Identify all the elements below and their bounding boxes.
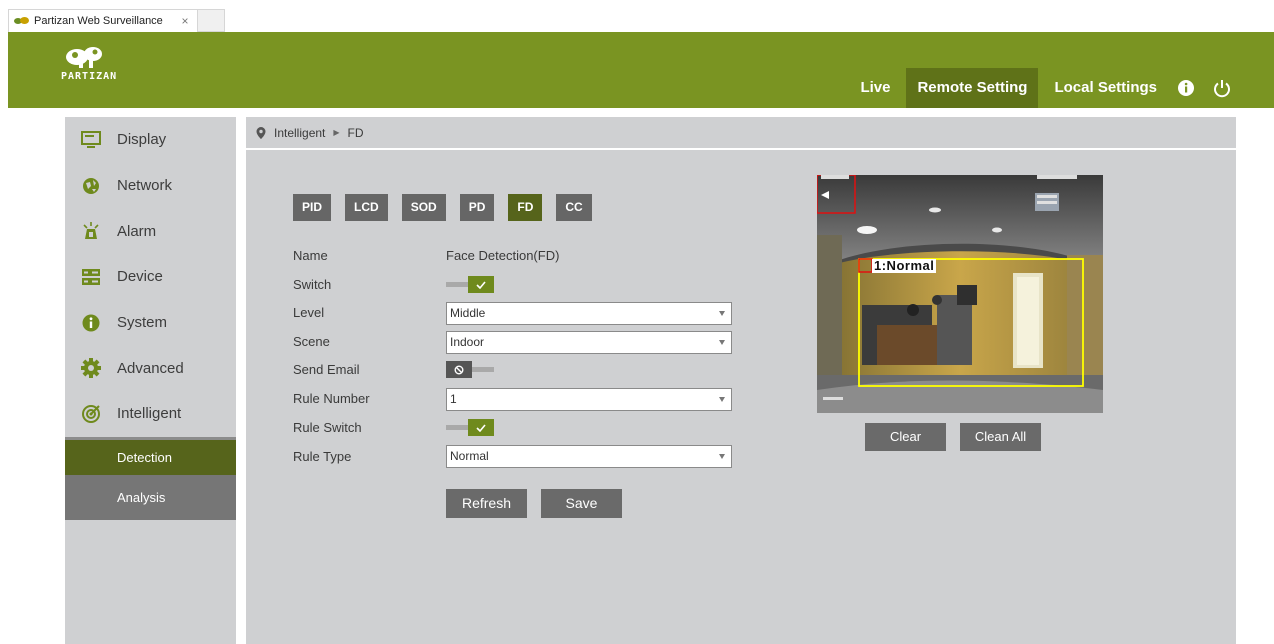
sidebar-item-label: Intelligent bbox=[117, 405, 182, 423]
tab-pd[interactable]: PD bbox=[459, 194, 495, 221]
sidebar-item-label: Advanced bbox=[117, 359, 184, 377]
refresh-button[interactable]: Refresh bbox=[446, 489, 527, 518]
sidebar-item-label: Display bbox=[117, 131, 167, 149]
nav-remote-setting[interactable]: Remote Setting bbox=[906, 68, 1039, 108]
gear-icon bbox=[81, 358, 101, 379]
monitor-icon bbox=[81, 130, 101, 150]
camera-preview-image bbox=[817, 175, 1103, 413]
scene-select[interactable]: Indoor bbox=[446, 331, 732, 354]
new-tab-button[interactable] bbox=[198, 9, 225, 32]
sidebar-item-label: Network bbox=[117, 177, 173, 195]
info-icon bbox=[81, 313, 101, 333]
location-pin-icon bbox=[256, 126, 266, 139]
toggle-knob bbox=[468, 419, 494, 436]
rule-type-select-value: Normal bbox=[450, 449, 489, 463]
tab-fd[interactable]: FD bbox=[508, 194, 543, 221]
sidebar-item-system[interactable]: System bbox=[65, 300, 236, 346]
level-select-value: Middle bbox=[450, 306, 486, 320]
toggle-knob bbox=[468, 276, 494, 293]
globe-icon bbox=[81, 176, 101, 196]
tab-cc[interactable]: CC bbox=[556, 194, 592, 221]
dropdown-arrow-icon bbox=[719, 311, 725, 316]
rule-overlay-label: 1:Normal bbox=[872, 258, 937, 273]
function-tabs: PID LCD SOD PD FD CC bbox=[293, 194, 606, 221]
disabled-icon bbox=[454, 365, 464, 374]
rule-number-label: Rule Number bbox=[293, 391, 370, 406]
partizan-logo-icon bbox=[66, 47, 102, 68]
scene-label: Scene bbox=[293, 334, 330, 349]
browser-tab-strip: Partizan Web Surveillance × bbox=[0, 0, 1274, 32]
main-panel: Intelligent ▶ FD PID LCD SOD PD FD CC Na… bbox=[246, 117, 1236, 644]
rule-type-select[interactable]: Normal bbox=[446, 445, 732, 468]
browser-tab[interactable]: Partizan Web Surveillance × bbox=[8, 9, 198, 32]
name-value: Face Detection(FD) bbox=[446, 248, 560, 263]
camera-preview[interactable]: 1:Normal bbox=[817, 175, 1103, 413]
save-button[interactable]: Save bbox=[541, 489, 622, 518]
clean-all-button[interactable]: Clean All bbox=[960, 423, 1041, 451]
rule-number-select[interactable]: 1 bbox=[446, 388, 732, 411]
rule-type-label: Rule Type bbox=[293, 449, 352, 464]
switch-toggle[interactable] bbox=[446, 276, 494, 293]
sidebar-item-display[interactable]: Display bbox=[65, 117, 236, 163]
check-icon bbox=[476, 280, 486, 289]
dropdown-arrow-icon bbox=[719, 340, 725, 345]
target-icon bbox=[81, 404, 101, 424]
alarm-icon bbox=[81, 221, 101, 241]
breadcrumb-separator-icon: ▶ bbox=[333, 128, 340, 137]
close-tab-icon[interactable]: × bbox=[177, 14, 193, 28]
sidebar-item-network[interactable]: Network bbox=[65, 163, 236, 209]
logo-wordmark: PARTIZAN bbox=[61, 71, 118, 82]
sidebar-item-label: Device bbox=[117, 268, 163, 286]
breadcrumb-parent[interactable]: Intelligent bbox=[274, 126, 325, 140]
check-icon bbox=[476, 423, 486, 432]
sidebar-item-label: Alarm bbox=[117, 222, 157, 240]
app-header: PARTIZAN Live Remote Setting Local Setti… bbox=[8, 32, 1274, 108]
toggle-knob bbox=[446, 361, 472, 378]
tab-pid[interactable]: PID bbox=[293, 194, 332, 221]
sidebar: Display Network Alarm Device System Adva… bbox=[65, 117, 236, 644]
send-email-toggle[interactable] bbox=[446, 361, 494, 378]
breadcrumb: Intelligent ▶ FD bbox=[246, 117, 1236, 150]
tab-lcd[interactable]: LCD bbox=[345, 194, 388, 221]
info-icon[interactable] bbox=[1176, 78, 1196, 98]
power-icon[interactable] bbox=[1212, 78, 1232, 98]
clear-button[interactable]: Clear bbox=[865, 423, 946, 451]
sidebar-item-intelligent[interactable]: Intelligent bbox=[65, 391, 236, 437]
sidebar-subitem-analysis[interactable]: Analysis bbox=[65, 474, 236, 520]
partizan-favicon-icon bbox=[14, 16, 30, 26]
rule-switch-toggle[interactable] bbox=[446, 419, 494, 436]
level-label: Level bbox=[293, 305, 325, 320]
sidebar-subitem-detection[interactable]: Detection bbox=[65, 436, 236, 475]
sidebar-item-label: System bbox=[117, 314, 168, 332]
device-icon bbox=[81, 267, 101, 287]
switch-label: Switch bbox=[293, 277, 332, 292]
dropdown-arrow-icon bbox=[719, 397, 725, 402]
sidebar-item-device[interactable]: Device bbox=[65, 254, 236, 300]
nav-live[interactable]: Live bbox=[849, 68, 901, 108]
send-email-label: Send Email bbox=[293, 362, 360, 377]
rule-number-select-value: 1 bbox=[450, 392, 457, 406]
level-select[interactable]: Middle bbox=[446, 302, 732, 325]
nav-local-settings[interactable]: Local Settings bbox=[1043, 68, 1168, 108]
name-label: Name bbox=[293, 248, 328, 263]
rule-switch-label: Rule Switch bbox=[293, 420, 362, 435]
sidebar-item-alarm[interactable]: Alarm bbox=[65, 208, 236, 254]
scene-select-value: Indoor bbox=[450, 335, 485, 349]
browser-tab-title: Partizan Web Surveillance bbox=[34, 15, 163, 27]
sidebar-item-advanced[interactable]: Advanced bbox=[65, 345, 236, 391]
breadcrumb-current: FD bbox=[347, 125, 364, 140]
dropdown-arrow-icon bbox=[719, 454, 725, 459]
tab-sod[interactable]: SOD bbox=[401, 194, 446, 221]
top-nav: Live Remote Setting Local Settings bbox=[849, 68, 1274, 108]
partizan-logo[interactable]: PARTIZAN bbox=[61, 44, 131, 94]
